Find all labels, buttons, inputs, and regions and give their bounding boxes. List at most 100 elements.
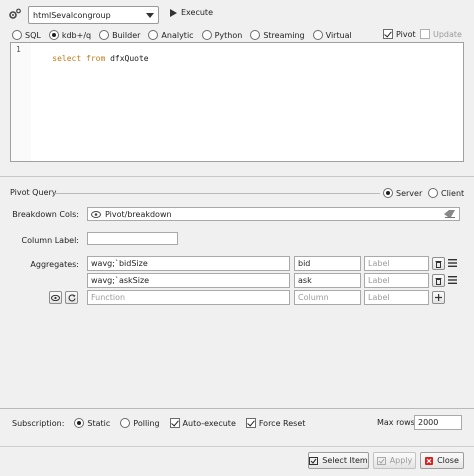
radio-button[interactable] [120, 418, 131, 428]
button-bar-divider [0, 446, 474, 447]
mode-label: SQL [25, 30, 41, 40]
force-reset-checkbox[interactable]: Force Reset [245, 418, 306, 428]
auto-execute-label: Auto-execute [182, 418, 236, 428]
max-rows-input[interactable]: 2000 [414, 415, 462, 430]
play-icon [170, 8, 177, 17]
update-checkbox[interactable]: Update [420, 29, 462, 39]
breakdown-value: Pivot/breakdown [105, 209, 172, 219]
column-label-input[interactable] [87, 232, 178, 245]
aggregate-column-input[interactable]: ask [294, 273, 361, 288]
select-item-button[interactable]: Select Item [308, 452, 369, 469]
apply-label: Apply [389, 456, 413, 465]
pivot-title: Pivot Query [10, 188, 57, 197]
radio-button[interactable] [312, 30, 323, 40]
radio-button[interactable] [148, 30, 159, 40]
code-line: select from dfxQuote [33, 45, 149, 72]
radio-button[interactable] [48, 30, 59, 40]
checkbox[interactable] [245, 418, 256, 428]
aggregates-label: Aggregates: [30, 260, 79, 269]
code-editor[interactable]: 1 select from dfxQuote [10, 42, 464, 162]
eraser-icon[interactable] [444, 210, 456, 218]
close-icon [425, 456, 434, 465]
mode-label: Streaming [263, 30, 305, 40]
aggregate-label-placeholder: Label [368, 276, 390, 285]
query-mode-group: SQL kdb+/q Builder Analytic Python Strea… [12, 29, 352, 41]
breakdown-field[interactable]: Pivot/breakdown [87, 207, 460, 221]
radio-button[interactable] [99, 30, 110, 40]
plus-icon [435, 294, 442, 301]
max-rows-label: Max rows: [377, 418, 418, 427]
radio-button[interactable] [74, 418, 85, 428]
mode-builder[interactable]: Builder [99, 29, 140, 41]
radio-button[interactable] [428, 188, 438, 198]
server-label: Server [396, 188, 423, 198]
new-function-input[interactable]: Function [87, 290, 290, 305]
chevron-down-icon [146, 12, 154, 18]
subscription-row: Subscription: Static Polling Auto-execut… [12, 418, 305, 428]
radio-button[interactable] [12, 30, 22, 40]
refresh-button[interactable] [65, 291, 78, 304]
aggregate-function-value: wavg;`bidSize [91, 259, 148, 268]
force-reset-label: Force Reset [258, 418, 306, 428]
column-placeholder: Column [298, 293, 329, 302]
keyword-select: select [52, 54, 82, 63]
close-button[interactable]: Close [420, 452, 464, 469]
preview-button[interactable] [49, 291, 62, 304]
aggregate-column-value: ask [298, 276, 312, 285]
trash-icon [435, 260, 442, 268]
breakdown-label: Breakdown Cols: [12, 210, 79, 219]
line-number: 1 [16, 45, 21, 54]
eye-icon [51, 294, 60, 301]
radio-button[interactable] [201, 30, 212, 40]
radio-button[interactable] [383, 188, 393, 198]
splitter[interactable] [0, 176, 474, 177]
auto-execute-checkbox[interactable]: Auto-execute [169, 418, 236, 428]
polling-radio[interactable]: Polling [120, 418, 160, 428]
pivot-server-radio[interactable]: Server [383, 188, 422, 198]
refresh-icon [68, 293, 76, 301]
eye-icon [91, 210, 101, 218]
aggregate-function-input[interactable]: wavg;`askSize [87, 273, 290, 288]
add-aggregate-button[interactable] [432, 291, 445, 304]
mode-analytic[interactable]: Analytic [148, 29, 194, 41]
mode-virtual[interactable]: Virtual [312, 29, 352, 41]
close-label: Close [437, 456, 459, 465]
aggregate-column-input[interactable]: bid [294, 256, 361, 271]
aggregate-label-input[interactable]: Label [364, 273, 429, 288]
new-label-input[interactable]: Label [364, 290, 429, 305]
table-name: dfxQuote [110, 54, 149, 63]
editor-gutter [11, 43, 31, 161]
aggregate-function-input[interactable]: wavg;`bidSize [87, 256, 290, 271]
execute-button[interactable]: Execute [170, 8, 213, 17]
mode-kdb[interactable]: kdb+/q [48, 29, 91, 41]
column-label-label: Column Label: [21, 236, 79, 245]
subscription-label: Subscription: [12, 418, 65, 428]
mode-sql[interactable]: SQL [12, 29, 41, 41]
delete-aggregate-button[interactable] [432, 274, 445, 287]
radio-button[interactable] [250, 30, 261, 40]
checkbox[interactable] [383, 29, 393, 39]
new-column-input[interactable]: Column [294, 290, 361, 305]
checkbox[interactable] [169, 418, 180, 428]
max-rows-value: 2000 [418, 418, 439, 427]
mode-python[interactable]: Python [201, 29, 242, 41]
mode-streaming[interactable]: Streaming [250, 29, 305, 41]
pivot-label: Pivot [396, 29, 416, 39]
pivot-checkbox[interactable]: Pivot [383, 29, 416, 39]
delete-aggregate-button[interactable] [432, 257, 445, 270]
function-placeholder: Function [91, 293, 126, 302]
execute-label: Execute [181, 8, 213, 17]
static-label: Static [87, 418, 111, 428]
select-item-label: Select Item [322, 456, 368, 465]
row-menu-icon[interactable] [448, 276, 457, 284]
settings-icon[interactable] [8, 7, 22, 21]
server-combo[interactable]: htmlSevalcongroup [28, 6, 159, 24]
row-menu-icon[interactable] [448, 259, 457, 267]
apply-button[interactable]: Apply [373, 452, 416, 469]
check-icon [376, 456, 386, 465]
aggregate-label-input[interactable]: Label [364, 256, 429, 271]
checkbox[interactable] [420, 29, 430, 39]
static-radio[interactable]: Static [74, 418, 110, 428]
pivot-client-radio[interactable]: Client [428, 188, 464, 198]
mode-label: Analytic [161, 30, 194, 40]
